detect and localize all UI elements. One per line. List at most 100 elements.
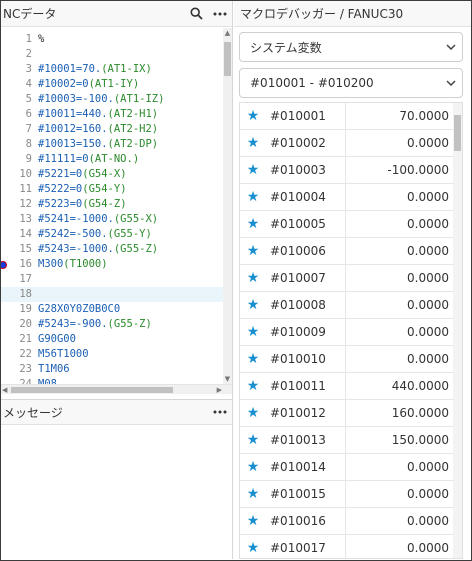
code-line[interactable]: 1% [1, 32, 223, 47]
code-text: #5241=-1000.(G55-X) [38, 212, 158, 227]
scroll-right-arrow-icon[interactable]: ▶ [217, 385, 222, 395]
table-row[interactable]: ★ #010017 0.0000 [240, 535, 455, 558]
code-line[interactable]: 15 #5243=-1000.(G55-Z) [1, 242, 223, 257]
star-icon[interactable]: ★ [240, 270, 266, 286]
star-icon[interactable]: ★ [240, 486, 266, 502]
variable-address: #010003 [266, 157, 346, 183]
line-number: 14 [19, 228, 32, 240]
code-line[interactable]: 6 #10011=440.(AT2-H1) [1, 107, 223, 122]
star-icon[interactable]: ★ [240, 351, 266, 367]
scrollbar-thumb[interactable] [11, 387, 173, 393]
variable-address: #010005 [266, 211, 346, 237]
star-icon[interactable]: ★ [240, 243, 266, 259]
scrollbar-thumb[interactable] [224, 42, 231, 76]
code-text: #5222=0(G54-Y) [38, 182, 127, 197]
variable-type-select[interactable]: システム変数 [239, 32, 463, 62]
code-line[interactable]: 19 G28X0Y0Z0B0C0 [1, 302, 223, 317]
search-icon[interactable] [184, 2, 208, 26]
star-icon[interactable]: ★ [240, 216, 266, 232]
variable-address: #010011 [266, 373, 346, 399]
table-row[interactable]: ★ #010009 0.0000 [240, 319, 455, 346]
star-icon[interactable]: ★ [240, 135, 266, 151]
more-options-icon[interactable] [208, 2, 232, 26]
table-row[interactable]: ★ #010013 150.0000 [240, 427, 455, 454]
star-icon[interactable]: ★ [240, 459, 266, 475]
code-statement: #10013=150. [38, 138, 108, 150]
code-comment: (AT2-H2) [107, 123, 159, 135]
star-icon[interactable]: ★ [240, 108, 266, 124]
line-number: 11 [19, 183, 32, 195]
scroll-down-arrow-icon[interactable]: ▼ [223, 374, 232, 384]
table-row[interactable]: ★ #010005 0.0000 [240, 211, 455, 238]
table-vertical-scrollbar[interactable] [453, 103, 462, 558]
code-editor[interactable]: ▲ ▼ 1% 2 3 #10001=70.(AT1-IX) 4 #10002=0(AT1-… [1, 28, 232, 384]
code-line[interactable]: 4 #10002=0(AT1-IY) [1, 77, 223, 92]
table-row[interactable]: ★ #010001 70.0000 [240, 103, 455, 130]
editor-vertical-scrollbar[interactable]: ▲ ▼ [223, 28, 232, 384]
star-icon[interactable]: ★ [240, 189, 266, 205]
code-line[interactable]: 16 M300(T1000) [1, 257, 223, 272]
code-text: #10012=160.(AT2-H2) [38, 122, 158, 137]
scroll-up-arrow-icon[interactable]: ▲ [223, 28, 232, 38]
table-row[interactable]: ★ #010006 0.0000 [240, 238, 455, 265]
line-number: 16 [19, 258, 32, 270]
star-icon[interactable]: ★ [240, 297, 266, 313]
code-line[interactable]: 18 [1, 287, 223, 302]
code-comment: (AT-NO.) [88, 153, 140, 165]
table-row[interactable]: ★ #010004 0.0000 [240, 184, 455, 211]
code-line[interactable]: 3 #10001=70.(AT1-IX) [1, 62, 223, 77]
code-line[interactable]: 23 T1M06 [1, 362, 223, 377]
code-line[interactable]: 17 [1, 272, 223, 287]
code-line[interactable]: 9 #11111=0(AT-NO.) [1, 152, 223, 167]
star-icon[interactable]: ★ [240, 513, 266, 529]
star-icon[interactable]: ★ [240, 405, 266, 421]
table-row[interactable]: ★ #010008 0.0000 [240, 292, 455, 319]
table-row[interactable]: ★ #010007 0.0000 [240, 265, 455, 292]
table-row[interactable]: ★ #010003 -100.0000 [240, 157, 455, 184]
code-line[interactable]: 24 M08 [1, 377, 223, 384]
code-line[interactable]: 7 #10012=160.(AT2-H2) [1, 122, 223, 137]
macro-debugger-panel: マクロデバッガー / FANUC30 システム変数 #010001 - #010… [234, 1, 471, 559]
code-text: #10003=-100.(AT1-IZ) [38, 92, 164, 107]
code-line[interactable]: 2 [1, 47, 223, 62]
editor-horizontal-scrollbar[interactable]: ◀ ▶ [1, 384, 232, 394]
more-options-icon[interactable] [208, 400, 232, 424]
code-text: #5243=-1000.(G55-Z) [38, 242, 158, 257]
star-icon[interactable]: ★ [240, 324, 266, 340]
table-row[interactable]: ★ #010016 0.0000 [240, 508, 455, 535]
variable-value: 0.0000 [407, 271, 449, 285]
variable-range-select[interactable]: #010001 - #010200 [239, 68, 463, 98]
code-line[interactable]: 21 G90G00 [1, 332, 223, 347]
star-icon[interactable]: ★ [240, 540, 266, 556]
scrollbar-thumb[interactable] [454, 115, 461, 151]
code-statement: M300 [38, 258, 64, 270]
code-line[interactable]: 20 #5243=-900.(G55-Z) [1, 317, 223, 332]
code-text: M300(T1000) [38, 257, 108, 272]
code-line[interactable]: 10 #5221=0(G54-X) [1, 167, 223, 182]
star-icon[interactable]: ★ [240, 162, 266, 178]
nc-data-panel: NCデータ ▲ ▼ 1% 2 3 #10001=70.(AT1-IX) 4 #10002=… [1, 1, 233, 559]
star-icon[interactable]: ★ [240, 432, 266, 448]
table-row[interactable]: ★ #010002 0.0000 [240, 130, 455, 157]
code-line[interactable]: 12 #5223=0(G54-Z) [1, 197, 223, 212]
code-line[interactable]: 13 #5241=-1000.(G55-X) [1, 212, 223, 227]
table-row[interactable]: ★ #010012 160.0000 [240, 400, 455, 427]
table-row[interactable]: ★ #010011 440.0000 [240, 373, 455, 400]
line-number: 22 [19, 348, 32, 360]
scroll-left-arrow-icon[interactable]: ◀ [2, 385, 7, 395]
code-line[interactable]: 8 #10013=150.(AT2-DP) [1, 137, 223, 152]
variable-address: #010014 [266, 454, 346, 480]
star-icon[interactable]: ★ [240, 378, 266, 394]
code-line[interactable]: 22 M56T1000 [1, 347, 223, 362]
table-row[interactable]: ★ #010015 0.0000 [240, 481, 455, 508]
table-row[interactable]: ★ #010010 0.0000 [240, 346, 455, 373]
code-line[interactable]: 5 #10003=-100.(AT1-IZ) [1, 92, 223, 107]
code-line[interactable]: 11 #5222=0(G54-Y) [1, 182, 223, 197]
code-line[interactable]: 14 #5242=-500.(G55-Y) [1, 227, 223, 242]
code-statement: #5242=-500. [38, 228, 108, 240]
line-number: 3 [25, 63, 32, 75]
nc-data-header: NCデータ [1, 1, 232, 27]
table-row[interactable]: ★ #010014 0.0000 [240, 454, 455, 481]
code-statement: #10012=160. [38, 123, 108, 135]
code-text: #5242=-500.(G55-Y) [38, 227, 152, 242]
